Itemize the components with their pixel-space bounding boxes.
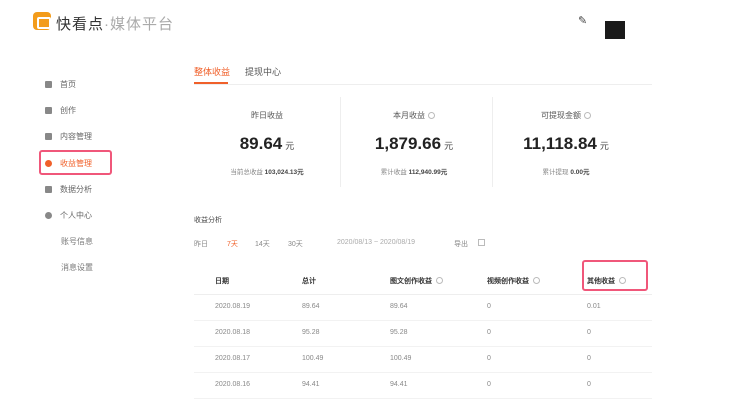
cell-total: 89.64 [302,303,320,310]
sidebar-item-label: 首页 [60,80,76,89]
stat-sub: 累计提现 0.00元 [542,169,590,176]
cell-other: 0 [587,355,591,362]
table-row-divider [194,372,652,373]
sidebar-item-content[interactable]: 内容管理 [45,131,92,142]
sidebar-item-label: 个人中心 [60,211,92,220]
earnings-highlight-box [39,150,112,175]
sidebar-subitem-account[interactable]: 账号信息 [61,236,93,247]
stat-value: 1,879.66 元 [374,134,454,153]
cell-video: 0 [487,381,491,388]
user-icon [45,212,52,219]
stat-label: 昨日收益 [251,111,283,120]
table-row-divider [194,320,652,321]
chart-icon [45,186,52,193]
stat-sub: 当前总收益 103,024.13元 [230,169,304,176]
sidebar-item-label: 创作 [60,106,76,115]
info-icon[interactable] [428,112,435,119]
section-title: 收益分析 [194,217,222,224]
cell-total: 95.28 [302,329,320,336]
sidebar-item-label: 数据分析 [60,185,92,194]
edit-icon [45,107,52,114]
page: 快看点·媒体平台 ✎ 首页 创作 内容管理 收益管理 数据分析 个人中心 账号信… [0,0,736,400]
stat-label: 可提现金额 [493,110,639,122]
cell-date: 2020.08.16 [215,381,251,388]
cell-video: 0 [487,329,491,336]
logo-icon[interactable] [33,12,51,30]
stat-card-month: 本月收益 1,879.66 元 累计收益 112,940.99元 [341,110,487,176]
cell-video: 0 [487,355,491,362]
top-bar: 快看点·媒体平台 ✎ [0,0,736,46]
document-icon [45,133,52,140]
calendar-icon[interactable] [478,239,485,246]
table-row-divider [194,346,652,347]
brand-name: 快看点 [56,16,105,33]
stat-value: 89.64 元 [239,134,295,153]
avatar[interactable] [605,21,625,39]
cell-other: 0 [587,381,591,388]
cell-date: 2020.08.17 [215,355,251,362]
cell-date: 2020.08.19 [215,303,251,310]
stat-value: 11,118.84 元 [523,134,609,153]
table-header-article: 图文创作收益 [390,276,443,286]
cell-total: 94.41 [302,381,320,388]
tab-withdraw-center[interactable]: 提现中心 [245,65,281,78]
sidebar-item-home[interactable]: 首页 [45,79,76,90]
table-header-total: 总计 [302,278,316,285]
brand-subtitle: ·媒体平台 [104,16,175,33]
cell-article: 100.49 [390,355,412,362]
stat-card-yesterday: 昨日收益 89.64 元 当前总收益 103,024.13元 [194,110,340,176]
sidebar-item-analytics[interactable]: 数据分析 [45,184,92,195]
stat-card-withdrawable: 可提现金额 11,118.84 元 累计提现 0.00元 [493,110,639,176]
cell-date: 2020.08.18 [215,329,251,336]
table-row-divider [194,398,652,399]
filter-14-days[interactable]: 14天 [255,239,270,249]
table-header-date: 日期 [215,278,229,285]
sidebar-item-label: 内容管理 [60,132,92,141]
sidebar-subitem-messages[interactable]: 消息设置 [61,262,93,273]
filter-7-days[interactable]: 7天 [227,239,238,249]
table-header-video: 视频创作收益 [487,276,540,286]
stat-label: 本月收益 [341,110,487,122]
filter-30-days[interactable]: 30天 [288,239,303,249]
home-icon [45,81,52,88]
sidebar-item-create[interactable]: 创作 [45,105,76,116]
filter-yesterday[interactable]: 昨日 [194,239,208,249]
sidebar-item-profile[interactable]: 个人中心 [45,210,92,221]
cell-article: 94.41 [390,381,408,388]
info-icon[interactable] [533,277,540,284]
active-tab-indicator [194,82,228,84]
edit-icon[interactable]: ✎ [578,16,589,27]
cell-other: 0 [587,329,591,336]
tab-overall-earnings[interactable]: 整体收益 [194,65,230,78]
tab-divider [194,84,652,85]
info-icon[interactable] [584,112,591,119]
stat-sub: 累计收益 112,940.99元 [380,169,448,176]
table-header-divider [194,294,652,295]
cell-other: 0.01 [587,303,601,310]
cell-video: 0 [487,303,491,310]
cell-article: 95.28 [390,329,408,336]
cell-article: 89.64 [390,303,408,310]
export-button[interactable]: 导出 [454,239,468,249]
info-icon[interactable] [436,277,443,284]
other-earnings-highlight-box [582,260,648,291]
cell-total: 100.49 [302,355,324,362]
brand-title[interactable]: 快看点·媒体平台 [56,13,174,34]
date-range-picker[interactable]: 2020/08/13 ~ 2020/08/19 [337,239,415,246]
